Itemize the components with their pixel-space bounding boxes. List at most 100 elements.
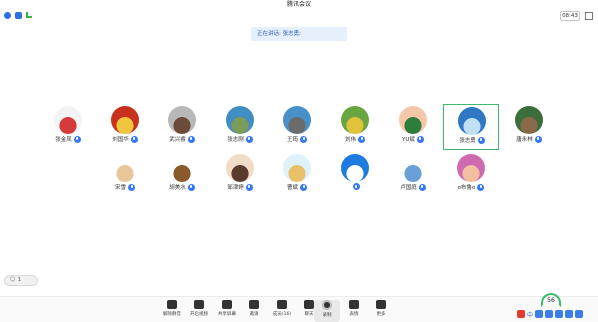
window-title: 腾讯会议	[286, 1, 311, 8]
avatar	[283, 154, 311, 182]
grid-icon[interactable]	[575, 310, 584, 318]
participant-name: 曹斌	[286, 185, 298, 191]
participant-name: 张志刚	[227, 137, 244, 143]
speaking-banner: 正在讲话: 张志勇;	[251, 27, 347, 41]
avatar	[515, 106, 543, 134]
meeting-toolbar: 解除静音 开启视频 共享屏幕 邀请 成员(16) 聊天 录制 表情 更多	[0, 296, 598, 322]
title-bar: 腾讯会议	[0, 0, 598, 10]
title-bar-icons	[4, 12, 32, 19]
mic-muted-icon	[300, 183, 307, 191]
avatar	[399, 154, 427, 182]
participant-name: 邹津婷	[227, 185, 244, 191]
ime-logo-icon[interactable]	[517, 310, 525, 318]
record-label: 录制	[322, 313, 332, 318]
participant-name: 武兴睿	[169, 137, 186, 143]
chat-icon	[304, 300, 314, 309]
participant-name: 刘伟	[344, 137, 356, 143]
record-button[interactable]: 录制	[314, 300, 340, 322]
participant-name: o布鲁o	[457, 185, 476, 191]
system-tray: 中	[517, 308, 597, 320]
avatar	[226, 106, 254, 134]
participant-tile[interactable]: 邹津婷	[212, 152, 268, 198]
participant-tile[interactable]: 唐永林	[501, 104, 557, 150]
mic-muted-icon	[245, 183, 253, 191]
participant-tile[interactable]: 刘伟	[327, 104, 383, 150]
mic-muted-icon	[352, 183, 360, 190]
ime-language[interactable]: 中	[527, 310, 533, 319]
participant-name: YU斌	[402, 137, 415, 143]
participant-tile[interactable]: 张金凤	[40, 104, 96, 150]
participant-tile[interactable]: 胡美水	[154, 152, 210, 198]
invite-label: 邀请	[249, 312, 259, 317]
avatar	[283, 106, 311, 134]
participant-tile[interactable]: 张志勇	[443, 104, 499, 150]
unmute-label: 解除静音	[163, 312, 181, 317]
unmute-icon	[167, 300, 177, 309]
keyboard-icon[interactable]	[555, 310, 564, 318]
avatar	[399, 106, 427, 134]
mic-muted-icon	[416, 135, 424, 143]
avatar	[111, 106, 139, 134]
emoji-button[interactable]: 表情	[341, 300, 367, 322]
participant-name: 胡美水	[169, 185, 186, 191]
participant-tile[interactable]: 曹斌	[269, 152, 325, 198]
share-button[interactable]: 共享屏幕	[214, 300, 240, 322]
emoji-label: 表情	[349, 312, 359, 317]
signal-icon[interactable]	[26, 12, 32, 18]
more-label: 更多	[376, 312, 386, 317]
mic-muted-icon	[187, 183, 195, 191]
avatar	[458, 107, 486, 135]
video-icon	[194, 300, 204, 309]
participant-tile[interactable]: 刘国华	[97, 104, 153, 150]
participant-tile[interactable]	[327, 152, 383, 198]
record-icon	[322, 300, 332, 310]
video-label: 开启视频	[190, 312, 208, 317]
mic-muted-icon	[245, 135, 253, 143]
mic-muted-icon	[130, 135, 138, 143]
participant-tile[interactable]: 宋雪	[97, 152, 153, 198]
participant-name: 张志勇	[459, 138, 476, 144]
shirt-icon[interactable]	[565, 310, 574, 318]
more-icon	[376, 300, 386, 309]
participant-tile[interactable]: o布鲁o	[443, 152, 499, 198]
participant-name: 卢国庭	[400, 185, 417, 191]
avatar	[226, 154, 254, 182]
invite-button[interactable]: 邀请	[241, 300, 267, 322]
share-icon	[222, 300, 232, 309]
tray-icon-1[interactable]	[535, 310, 544, 318]
emoji-icon	[349, 300, 359, 309]
fullscreen-icon[interactable]	[585, 12, 593, 20]
mic-muted-icon	[418, 183, 426, 191]
unmute-button[interactable]: 解除静音	[159, 300, 185, 322]
participant-tile[interactable]: 王筠	[269, 104, 325, 150]
share-label: 共享屏幕	[218, 312, 236, 317]
avatar	[111, 154, 139, 182]
shield-icon[interactable]	[15, 12, 22, 19]
meeting-clock: 08:43	[560, 11, 580, 21]
info-icon[interactable]	[4, 12, 11, 19]
participant-tile[interactable]: 武兴睿	[154, 104, 210, 150]
video-button[interactable]: 开启视频	[186, 300, 212, 322]
mic-muted-icon	[187, 135, 195, 143]
members-label: 成员(16)	[272, 312, 292, 317]
microphone-icon[interactable]	[545, 310, 554, 318]
avatar	[457, 154, 485, 182]
participant-name: 张金凤	[55, 137, 72, 143]
invite-icon	[249, 300, 259, 309]
cpu-gauge: 56	[541, 293, 561, 307]
mic-muted-icon	[534, 135, 542, 143]
participant-tile[interactable]: 张志刚	[212, 104, 268, 150]
participant-name: 刘国华	[112, 137, 129, 143]
avatar	[168, 154, 196, 182]
members-button[interactable]: 成员(16)	[269, 300, 295, 322]
mic-muted-icon	[358, 135, 365, 143]
mic-muted-icon	[128, 183, 135, 191]
participant-tile[interactable]: YU斌	[385, 104, 441, 150]
chat-toggle-button[interactable]: 🗨 1	[4, 275, 38, 286]
avatar	[54, 106, 82, 134]
more-button[interactable]: 更多	[368, 300, 394, 322]
participant-name: 唐永林	[516, 137, 533, 143]
participant-name: 宋雪	[114, 185, 126, 191]
participant-tile[interactable]: 卢国庭	[385, 152, 441, 198]
avatar	[341, 106, 369, 134]
